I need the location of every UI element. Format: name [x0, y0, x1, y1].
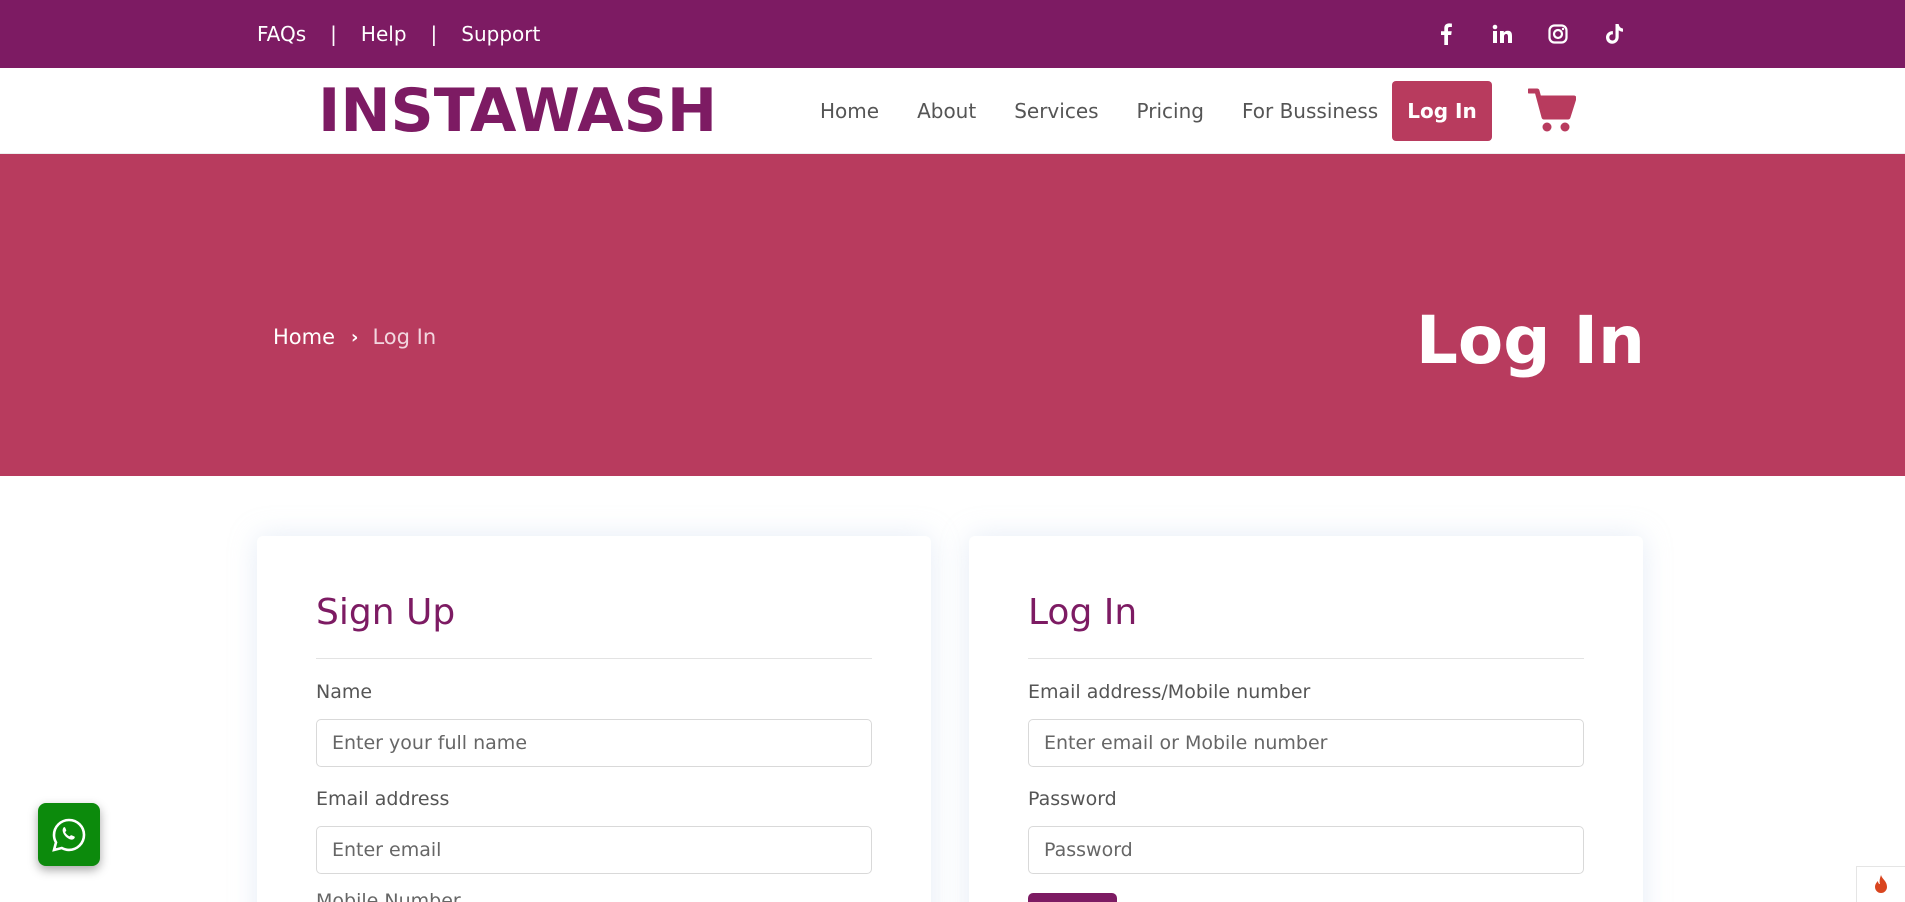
- top-bar: FAQs | Help | Support: [0, 0, 1905, 68]
- signup-card: Sign Up Name Email address Mobile Number: [257, 536, 931, 902]
- cart-icon[interactable]: [1526, 88, 1577, 134]
- password-input[interactable]: [1028, 826, 1584, 874]
- tiktok-icon[interactable]: [1603, 22, 1627, 46]
- instagram-icon[interactable]: [1546, 22, 1570, 46]
- email-mobile-label: Email address/Mobile number: [1028, 681, 1311, 703]
- nav-for-business[interactable]: For Bussiness: [1242, 99, 1378, 123]
- page-title: Log In: [1415, 302, 1645, 379]
- password-label: Password: [1028, 788, 1117, 810]
- login-title: Log In: [1028, 592, 1138, 633]
- help-link[interactable]: Help: [361, 22, 407, 46]
- divider: [1028, 658, 1584, 659]
- divider: [316, 658, 872, 659]
- separator: |: [430, 22, 438, 46]
- email-label: Email address: [316, 788, 450, 810]
- facebook-icon[interactable]: [1434, 22, 1458, 46]
- login-card: Log In Email address/Mobile number Passw…: [969, 536, 1643, 902]
- chevron-right-icon: ›: [351, 326, 359, 348]
- mobile-label: Mobile Number: [316, 890, 461, 902]
- main-menu: Home About Services Pricing For Bussines…: [820, 68, 1416, 154]
- breadcrumb-home[interactable]: Home: [273, 325, 335, 349]
- linkedin-icon[interactable]: [1490, 22, 1514, 46]
- separator: |: [330, 22, 337, 46]
- nav-pricing[interactable]: Pricing: [1137, 99, 1204, 123]
- breadcrumb: Home › Log In: [273, 325, 436, 349]
- navbar: INSTAWASH Home About Services Pricing Fo…: [0, 68, 1905, 154]
- page-header-banner: Home › Log In Log In: [0, 154, 1905, 476]
- flame-icon: [1875, 874, 1887, 893]
- whatsapp-icon: [52, 818, 86, 852]
- breadcrumb-current: Log In: [372, 325, 437, 349]
- widget-corner-button[interactable]: [1856, 866, 1905, 902]
- nav-services[interactable]: Services: [1014, 99, 1098, 123]
- name-input[interactable]: [316, 719, 872, 767]
- logo[interactable]: INSTAWASH: [318, 78, 717, 144]
- name-label: Name: [316, 681, 373, 703]
- faqs-link[interactable]: FAQs: [257, 22, 306, 46]
- nav-home[interactable]: Home: [820, 99, 879, 123]
- login-button[interactable]: Log In: [1392, 81, 1492, 141]
- signup-title: Sign Up: [316, 592, 456, 633]
- whatsapp-button[interactable]: [38, 803, 100, 866]
- top-links: FAQs | Help | Support: [257, 0, 540, 68]
- email-input[interactable]: [316, 826, 872, 874]
- nav-about[interactable]: About: [917, 99, 976, 123]
- support-link[interactable]: Support: [461, 22, 540, 46]
- login-submit-button[interactable]: [1028, 893, 1117, 902]
- email-mobile-input[interactable]: [1028, 719, 1584, 767]
